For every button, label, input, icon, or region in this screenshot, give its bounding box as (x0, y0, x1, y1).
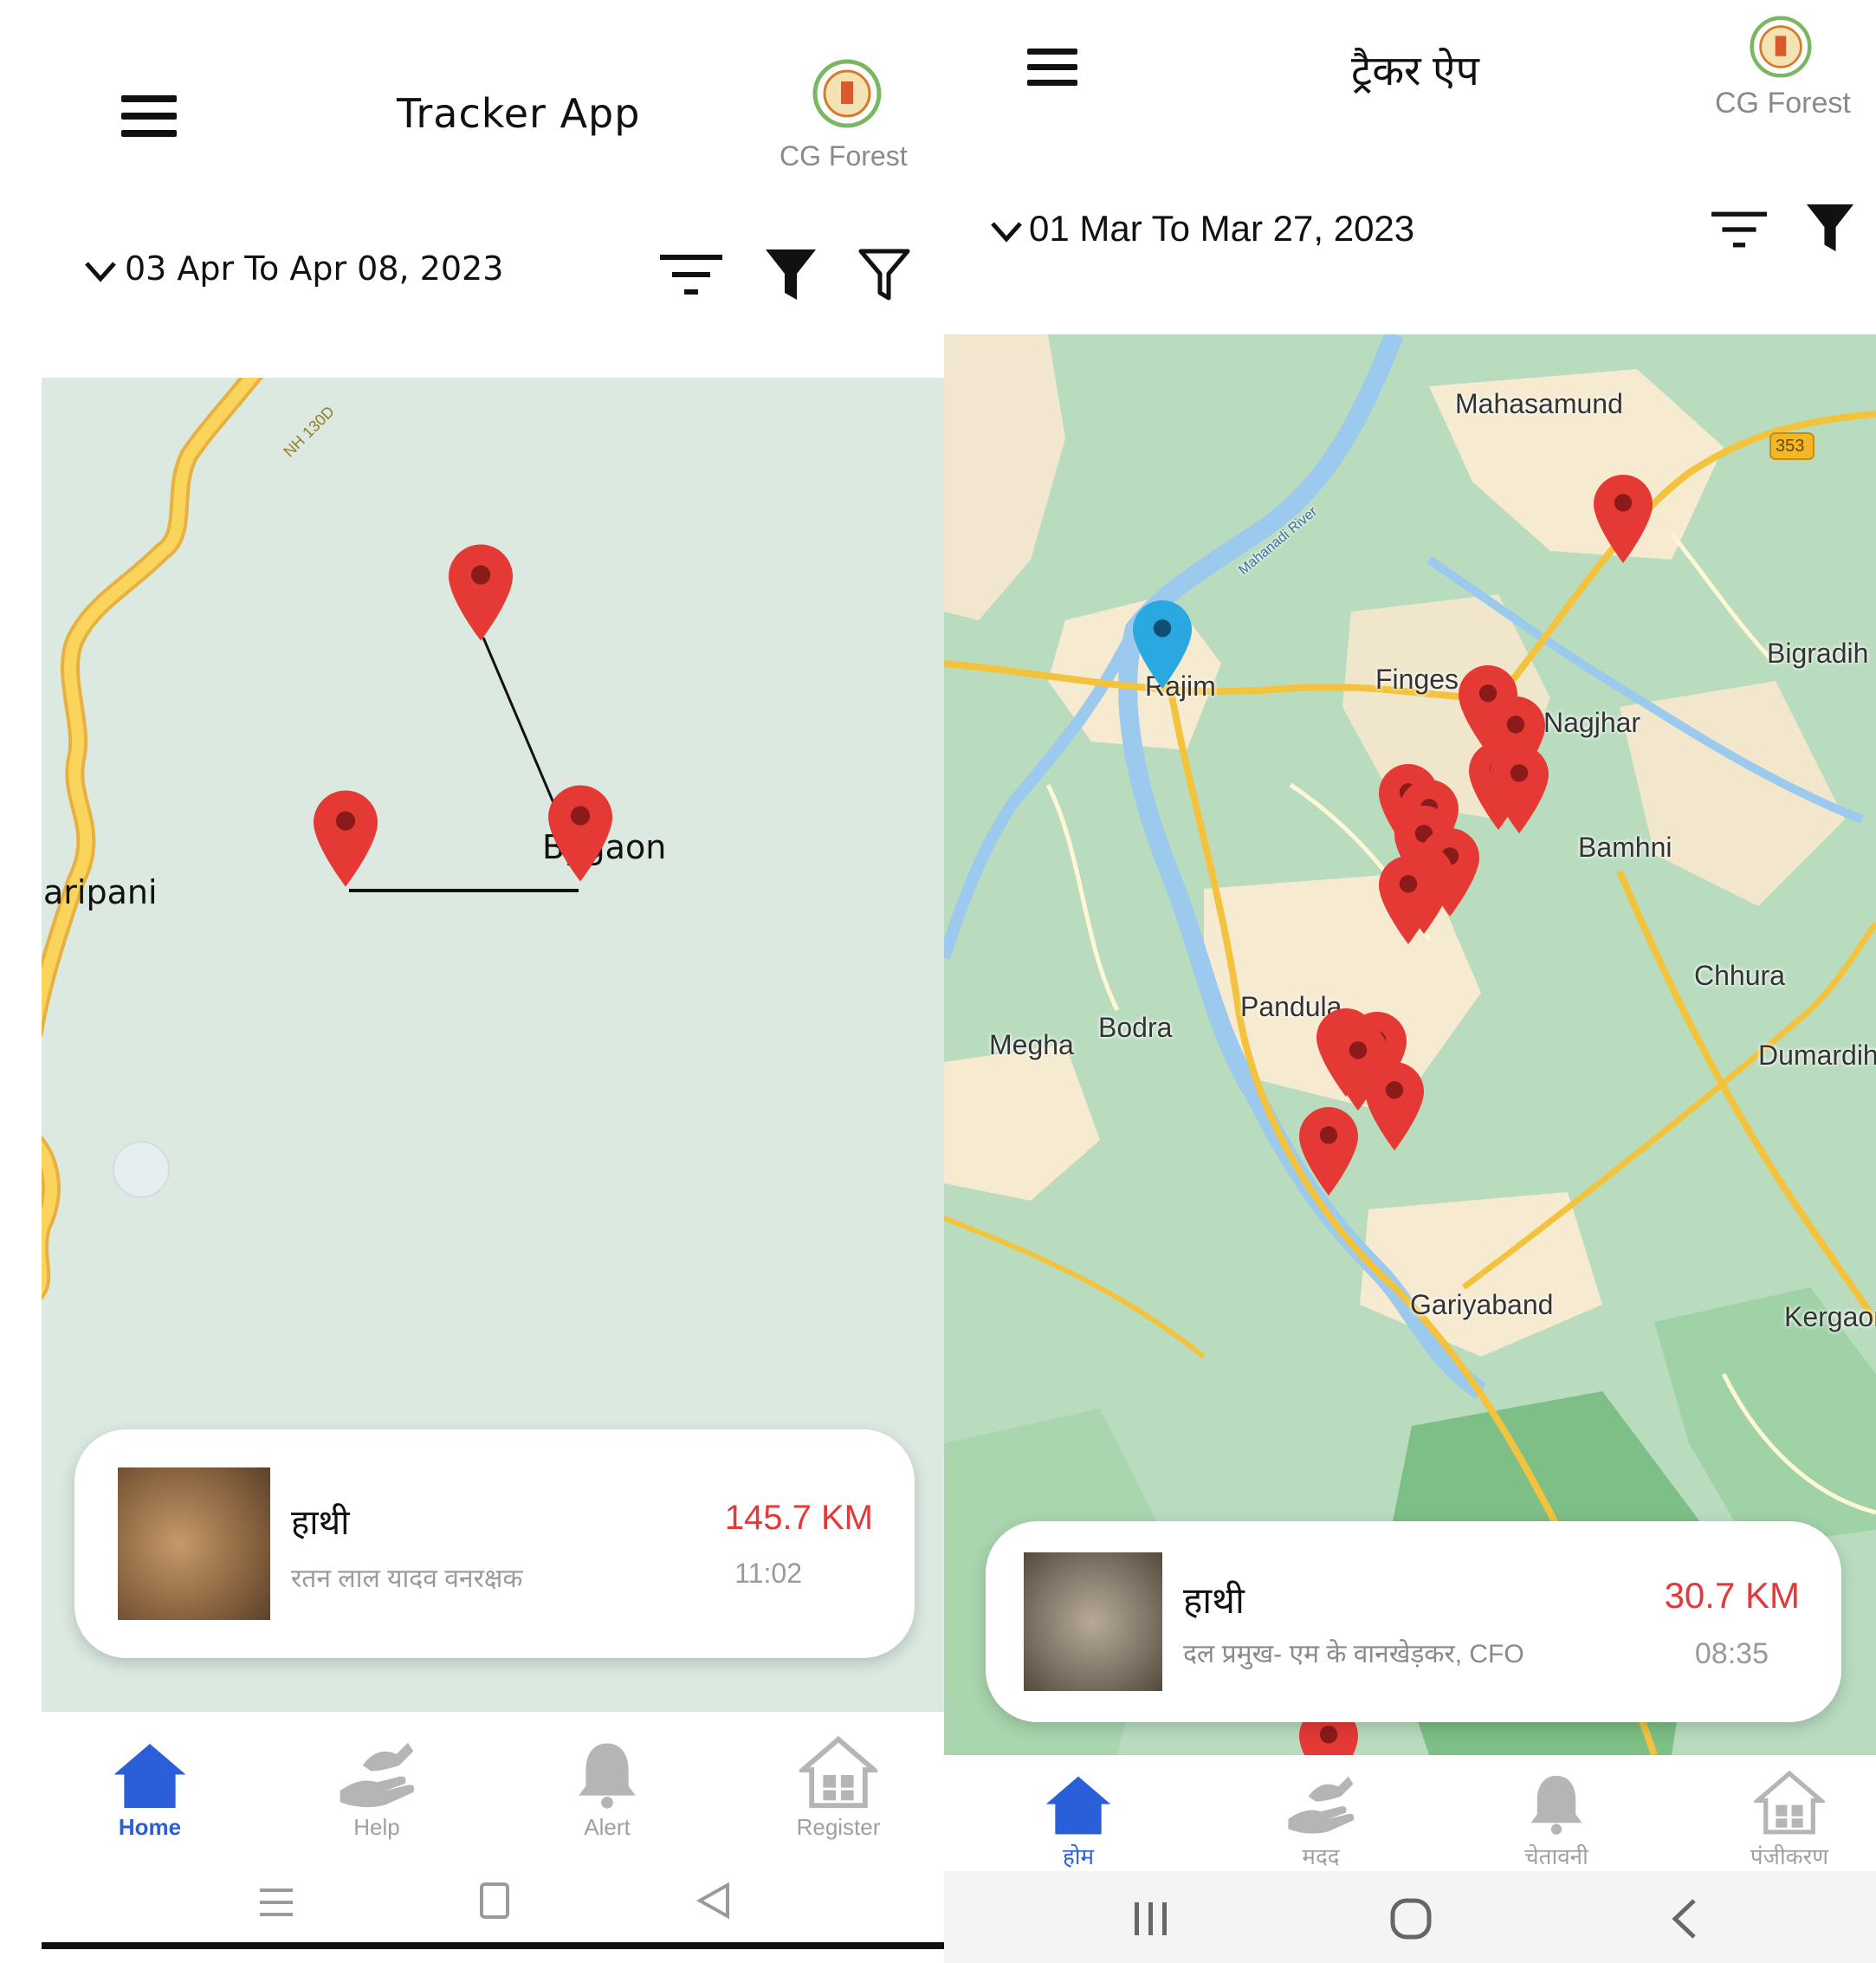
nav-help-label: मदद (1302, 1843, 1340, 1869)
date-range-dropdown[interactable]: 03 Apr To Apr 08, 2023 (83, 249, 503, 288)
reporter-name: दल प्रमुख- एम के वानखेड़कर, CFO (1183, 1640, 1524, 1668)
home-icon (1041, 1774, 1116, 1837)
nav-home-label: Home (118, 1814, 182, 1840)
chevron-down-icon (85, 261, 116, 282)
nav-help-label: Help (353, 1814, 400, 1840)
tracking-info-card[interactable]: हाथी दल प्रमुख- एम के वानखेड़कर, CFO 30.… (986, 1521, 1841, 1722)
place-label-gariyaband: Gariyaband (1410, 1289, 1554, 1320)
nav-register[interactable]: Register (778, 1734, 899, 1841)
home-square-icon[interactable] (479, 1882, 510, 1920)
nav-register-label: पंजीकरण (1750, 1843, 1829, 1869)
register-house-icon (1754, 1769, 1825, 1837)
logo-label: CG Forest (780, 140, 908, 172)
filter-solid-icon[interactable] (1805, 201, 1855, 255)
logo-label: CG Forest (1715, 87, 1851, 120)
nav-help[interactable]: Help (320, 1734, 433, 1841)
tracking-info-card[interactable]: हाथी रतन लाल यादव वनरक्षक 145.7 KM 11:02 (74, 1429, 915, 1658)
map-marker-icon[interactable] (1379, 852, 1438, 948)
reporter-name: रतन लाल यादव वनरक्षक (291, 1565, 523, 1593)
place-label-bodra: Bodra (1098, 1012, 1173, 1043)
map-marker-icon[interactable] (1365, 1059, 1424, 1154)
home-icon (110, 1741, 190, 1811)
date-range-dropdown[interactable]: 01 Mar To Mar 27, 2023 (989, 208, 1414, 249)
help-hands-icon (333, 1734, 420, 1811)
map-marker-icon[interactable] (548, 781, 612, 885)
sighting-photo (1024, 1552, 1162, 1691)
sort-icon[interactable] (1711, 208, 1767, 251)
cg-forest-logo-icon (812, 59, 882, 128)
place-label-finges: Finges (1375, 664, 1459, 695)
home-circle-icon[interactable] (1389, 1897, 1433, 1940)
back-icon[interactable] (1668, 1897, 1699, 1940)
map-marker-icon[interactable] (1594, 471, 1653, 567)
place-label-megha: Megha (989, 1029, 1074, 1060)
sighting-photo (118, 1467, 270, 1620)
sort-icon[interactable] (660, 251, 722, 298)
place-label-kergaon: Kergaon (1784, 1301, 1876, 1332)
app-title: Tracker App (397, 90, 641, 137)
right-phone-screen: ट्रैकर ऐप CG Forest 01 Mar To Mar 27, 20… (944, 0, 1876, 1963)
cg-forest-logo-icon (1750, 16, 1812, 78)
animal-name: हाथी (291, 1504, 350, 1542)
place-label-nagjhar: Nagjhar (1543, 707, 1641, 738)
recents-icon[interactable] (1131, 1901, 1171, 1937)
date-range-label: 03 Apr To Apr 08, 2023 (125, 249, 504, 288)
nav-alert-label: चेतावनी (1524, 1843, 1588, 1869)
hamburger-menu-icon[interactable] (1027, 49, 1077, 87)
distance-value: 30.7 KM (1664, 1575, 1800, 1616)
filter-solid-icon[interactable] (764, 246, 818, 303)
help-hands-icon (1281, 1769, 1361, 1837)
app-title: ट्रैकर ऐप (1351, 49, 1479, 94)
hamburger-menu-icon[interactable] (121, 95, 177, 137)
map-marker-icon[interactable] (1490, 742, 1549, 837)
distance-value: 145.7 KM (724, 1499, 873, 1537)
recents-icon[interactable] (258, 1885, 294, 1920)
map-marker-icon[interactable] (314, 787, 378, 891)
place-label-aripani: aripani (43, 873, 158, 911)
nav-help[interactable]: मदद (1265, 1769, 1377, 1871)
place-label-dumardih: Dumardih (1758, 1040, 1876, 1071)
bell-icon (572, 1738, 643, 1811)
bell-icon (1524, 1771, 1588, 1837)
place-label-chhura: Chhura (1694, 960, 1785, 991)
place-label-bamhni: Bamhni (1578, 832, 1672, 863)
system-navigation-bar (42, 1863, 944, 1949)
back-icon[interactable] (696, 1882, 731, 1920)
filter-outline-icon[interactable] (857, 246, 911, 303)
bottom-navigation: Home Help Alert Register (42, 1712, 944, 1868)
nav-home[interactable]: Home (94, 1741, 206, 1841)
nav-register[interactable]: पंजीकरण (1720, 1769, 1859, 1871)
place-label-mahasamund: Mahasamund (1455, 388, 1623, 419)
nav-register-label: Register (796, 1814, 881, 1840)
bottom-navigation: होम मदद चेतावनी पंजीकरण (944, 1755, 1876, 1871)
date-range-label: 01 Mar To Mar 27, 2023 (1029, 208, 1415, 249)
map-marker-icon[interactable] (449, 541, 513, 645)
chevron-down-icon (991, 222, 1022, 243)
nav-alert[interactable]: Alert (551, 1738, 663, 1841)
nav-alert-label: Alert (584, 1814, 631, 1840)
system-navigation-bar (944, 1871, 1876, 1963)
nav-home[interactable]: होम (1022, 1774, 1135, 1871)
left-phone-screen: Tracker App CG Forest 03 Apr To Apr 08, … (0, 0, 944, 1963)
highway-badge-label: 353 (1776, 437, 1805, 456)
animal-name: हाथी (1183, 1580, 1245, 1621)
nav-alert[interactable]: चेतावनी (1491, 1771, 1621, 1871)
current-location-marker-icon[interactable] (1133, 599, 1192, 690)
place-label-bigradih: Bigradih (1767, 638, 1869, 669)
register-house-icon (799, 1734, 877, 1811)
nav-home-label: होम (1062, 1843, 1095, 1869)
screen-bottom-edge (42, 1942, 944, 1949)
time-value: 11:02 (734, 1558, 802, 1589)
time-value: 08:35 (1694, 1637, 1769, 1670)
map-marker-icon[interactable] (1299, 1104, 1358, 1199)
